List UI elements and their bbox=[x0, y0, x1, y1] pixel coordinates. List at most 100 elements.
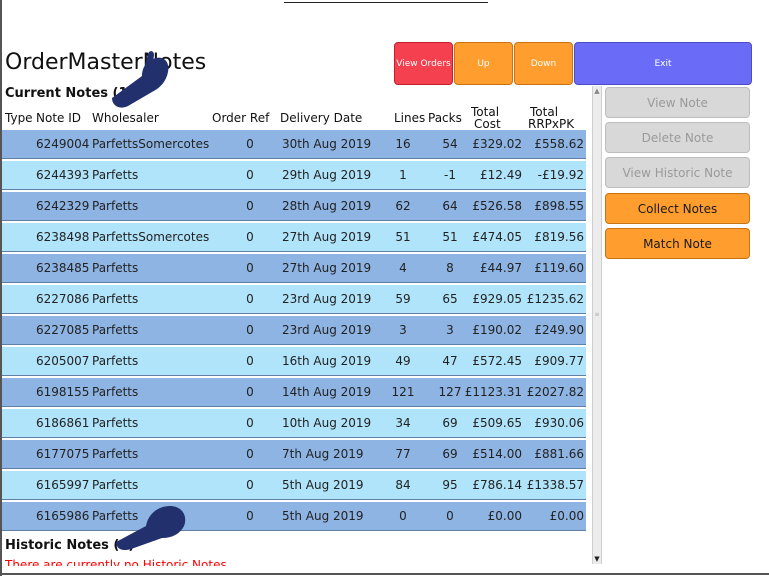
window-bottom-border bbox=[0, 573, 769, 575]
note-id-cell: 6242329 bbox=[36, 199, 90, 213]
delivery-date-cell: 10th Aug 2019 bbox=[282, 416, 372, 430]
table-row[interactable]: 6227085 Parfetts 0 23rd Aug 2019 3 3 £19… bbox=[2, 316, 586, 345]
packs-cell: 0 bbox=[446, 509, 454, 523]
top-divider bbox=[284, 2, 488, 3]
view-historic-note-button[interactable]: View Historic Note bbox=[605, 157, 750, 188]
total-rrp-cell: £2027.82 bbox=[526, 385, 584, 399]
total-cost-cell: £1123.31 bbox=[464, 385, 522, 399]
table-row[interactable]: 6249004 ParfettsSomercotes 0 30th Aug 20… bbox=[2, 130, 586, 159]
lines-cell: 59 bbox=[395, 292, 411, 306]
delete-note-button[interactable]: Delete Note bbox=[605, 122, 750, 153]
scroll-up-arrow-icon[interactable]: ▲ bbox=[593, 86, 601, 96]
order-ref-cell: 0 bbox=[246, 199, 254, 213]
historic-empty-message: There are currently no Historic Notes bbox=[5, 558, 227, 566]
total-rrp-cell: £0.00 bbox=[549, 509, 584, 523]
order-ref-cell: 0 bbox=[246, 447, 254, 461]
packs-cell: 69 bbox=[442, 447, 458, 461]
note-id-cell: 6165997 bbox=[36, 478, 90, 492]
table-row[interactable]: 6244393 Parfetts 0 29th Aug 2019 1 -1 £1… bbox=[2, 161, 586, 190]
table-row[interactable]: 6242329 Parfetts 0 28th Aug 2019 62 64 £… bbox=[2, 192, 586, 221]
view-orders-button[interactable]: View Orders bbox=[394, 42, 453, 85]
order-ref-cell: 0 bbox=[246, 230, 254, 244]
delivery-date-cell: 23rd Aug 2019 bbox=[282, 323, 372, 337]
packs-cell: 64 bbox=[442, 199, 458, 213]
delivery-date-cell: 7th Aug 2019 bbox=[282, 447, 364, 461]
wholesaler-cell: Parfetts bbox=[92, 323, 139, 337]
order-ref-cell: 0 bbox=[246, 354, 254, 368]
packs-cell: 54 bbox=[442, 137, 458, 151]
total-rrp-cell: £1235.62 bbox=[526, 292, 584, 306]
table-row[interactable]: 6227086 Parfetts 0 23rd Aug 2019 59 65 £… bbox=[2, 285, 586, 314]
order-ref-cell: 0 bbox=[246, 416, 254, 430]
total-cost-cell: £474.05 bbox=[472, 230, 522, 244]
packs-cell: 8 bbox=[446, 261, 454, 275]
packs-cell: -1 bbox=[444, 168, 456, 182]
total-cost-cell: £786.14 bbox=[472, 478, 522, 492]
wholesaler-cell: Parfetts bbox=[92, 354, 139, 368]
packs-cell: 51 bbox=[442, 230, 458, 244]
total-rrp-cell: £249.90 bbox=[534, 323, 584, 337]
delivery-date-cell: 23rd Aug 2019 bbox=[282, 292, 372, 306]
lines-cell: 49 bbox=[395, 354, 411, 368]
col-header-type: Type bbox=[5, 111, 33, 125]
col-header-order-ref: Order Ref bbox=[212, 111, 270, 125]
table-row[interactable]: 6205007 Parfetts 0 16th Aug 2019 49 47 £… bbox=[2, 347, 586, 376]
total-rrp-cell: £819.56 bbox=[534, 230, 584, 244]
note-id-cell: 6165986 bbox=[36, 509, 90, 523]
total-rrp-cell: £930.06 bbox=[534, 416, 584, 430]
total-cost-cell: £190.02 bbox=[472, 323, 522, 337]
table-row[interactable]: 6186861 Parfetts 0 10th Aug 2019 34 69 £… bbox=[2, 409, 586, 438]
exit-button[interactable]: Exit bbox=[574, 42, 752, 85]
hand-pointer-icon bbox=[116, 506, 186, 550]
scroll-down-arrow-icon[interactable]: ▼ bbox=[593, 554, 601, 564]
table-row[interactable]: 6238485 Parfetts 0 27th Aug 2019 4 8 £44… bbox=[2, 254, 586, 283]
note-id-cell: 6244393 bbox=[36, 168, 90, 182]
table-row[interactable]: 6165986 Parfetts 0 5th Aug 2019 0 0 £0.0… bbox=[2, 502, 586, 531]
wholesaler-cell: Parfetts bbox=[92, 478, 139, 492]
lines-cell: 62 bbox=[395, 199, 411, 213]
table-row[interactable]: 6198155 Parfetts 0 14th Aug 2019 121 127… bbox=[2, 378, 586, 407]
note-id-cell: 6227086 bbox=[36, 292, 90, 306]
total-rrp-cell: £1338.57 bbox=[526, 478, 584, 492]
table-row[interactable]: 6238498 ParfettsSomercotes 0 27th Aug 20… bbox=[2, 223, 586, 252]
down-button[interactable]: Down bbox=[514, 42, 573, 85]
match-note-button[interactable]: Match Note bbox=[605, 228, 750, 259]
app-title: OrderMasterNotes bbox=[5, 50, 207, 75]
col-header-lines: Lines bbox=[394, 111, 426, 125]
col-header-total-rrp-bottom: RRPxPK bbox=[528, 117, 575, 131]
total-cost-cell: £929.05 bbox=[472, 292, 522, 306]
order-ref-cell: 0 bbox=[246, 137, 254, 151]
total-rrp-cell: £119.60 bbox=[534, 261, 584, 275]
total-cost-cell: £526.58 bbox=[472, 199, 522, 213]
lines-cell: 34 bbox=[395, 416, 411, 430]
collect-notes-button[interactable]: Collect Notes bbox=[605, 193, 750, 224]
lines-cell: 4 bbox=[399, 261, 407, 275]
order-ref-cell: 0 bbox=[246, 385, 254, 399]
wholesaler-cell: ParfettsSomercotes bbox=[92, 230, 210, 244]
lines-cell: 0 bbox=[399, 509, 407, 523]
total-rrp-cell: £558.62 bbox=[534, 137, 584, 151]
total-cost-cell: £509.65 bbox=[472, 416, 522, 430]
wholesaler-cell: Parfetts bbox=[92, 261, 139, 275]
col-header-delivery-date: Delivery Date bbox=[280, 111, 363, 125]
col-header-wholesaler: Wholesaler bbox=[92, 111, 159, 125]
note-id-cell: 6249004 bbox=[36, 137, 90, 151]
packs-cell: 127 bbox=[438, 385, 462, 399]
order-ref-cell: 0 bbox=[246, 292, 254, 306]
delivery-date-cell: 14th Aug 2019 bbox=[282, 385, 372, 399]
up-button[interactable]: Up bbox=[454, 42, 513, 85]
total-cost-cell: £572.45 bbox=[472, 354, 522, 368]
wholesaler-cell: ParfettsSomercotes bbox=[92, 137, 210, 151]
wholesaler-cell: Parfetts bbox=[92, 416, 139, 430]
wholesaler-cell: Parfetts bbox=[92, 385, 139, 399]
delivery-date-cell: 27th Aug 2019 bbox=[282, 230, 372, 244]
total-cost-cell: £44.97 bbox=[480, 261, 522, 275]
table-row[interactable]: 6177075 Parfetts 0 7th Aug 2019 77 69 £5… bbox=[2, 440, 586, 469]
scroll-grip-icon[interactable]: ≡ bbox=[593, 312, 601, 318]
table-row[interactable]: 6165997 Parfetts 0 5th Aug 2019 84 95 £7… bbox=[2, 471, 586, 500]
view-note-button[interactable]: View Note bbox=[605, 87, 750, 118]
packs-cell: 69 bbox=[442, 416, 458, 430]
total-rrp-cell: £881.66 bbox=[534, 447, 584, 461]
total-rrp-cell: £898.55 bbox=[534, 199, 584, 213]
table-scrollbar[interactable]: ▲ ≡ ▼ bbox=[592, 86, 602, 564]
